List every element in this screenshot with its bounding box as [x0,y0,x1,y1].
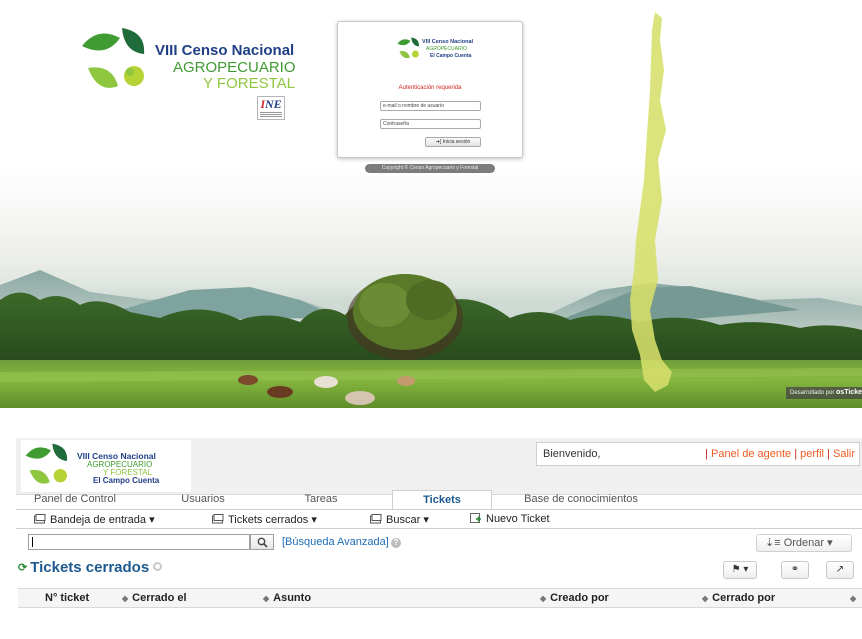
user-links: | Panel de agente | perfil | Salir [705,448,855,460]
brand-title: VIII Censo Nacional [155,42,295,59]
auth-required-message: Autenticación requerida [398,85,462,91]
search-button[interactable] [250,534,274,550]
chevron-down-icon: ▾ [311,514,317,526]
link-button[interactable]: ⚭ [781,561,809,579]
refresh-icon[interactable]: ⟳ [18,561,27,574]
sort-arrows-icon: ◆ [263,594,270,603]
page-title: ⟳ Tickets cerrados [18,559,163,576]
welcome-text: Bienvenido, [543,448,601,460]
search-icon [257,537,268,548]
tab-dashboard[interactable]: Panel de Control [16,490,134,509]
tab-users[interactable]: Usuarios [158,490,248,509]
leaves-logo-icon [82,28,145,88]
page-header: VIII Censo Nacional AGROPECUARIO Y FORES… [16,438,862,495]
logout-link[interactable]: Salir [833,448,855,460]
column-closed-on[interactable]: ◆ Cerrado el [122,589,187,609]
chevron-down-icon: ▾ [423,514,429,526]
inbox-menu[interactable]: Bandeja de entrada ▾ [34,513,155,526]
brand-subtitle-2: Y FORESTAL [203,75,295,92]
tab-tasks[interactable]: Tareas [286,490,356,509]
search-bar: [Búsqueda Avanzada]? ⇣≡ Ordenar ▾ [0,534,862,554]
agent-panel-link[interactable]: Panel de agente [711,448,791,460]
sort-arrows-icon[interactable]: ◆ [850,589,860,609]
developed-by-badge[interactable]: Desarrollado por osTicket [786,387,862,399]
welcome-box: Bienvenido, | Panel de agente | perfil |… [536,442,860,466]
sort-dropdown[interactable]: ⇣≡ Ordenar ▾ [756,534,852,552]
link-icon: ⚭ [790,564,800,575]
help-icon[interactable]: ? [390,538,401,548]
tickets-table-header: N° ticket ◆ Cerrado el ◆ Asunto ◆ Creado po… [18,588,862,608]
closed-tickets-menu[interactable]: Tickets cerrados ▾ [212,513,317,526]
username-field[interactable]: e-mail o nombre de usuario [380,101,481,111]
tab-knowledgebase[interactable]: Base de conocimientos [506,490,656,509]
brand-subtitle: AGROPECUARIO [173,59,296,76]
sort-arrows-icon: ◆ [122,594,129,603]
sort-arrows-icon: ◆ [540,594,547,603]
search-input[interactable] [28,534,250,550]
sort-icon: ⇣≡ [765,537,781,549]
copyright-notice: Copyright © Censo Agropecuario y Foresta… [365,164,495,173]
profile-link[interactable]: perfil [800,448,824,460]
chevron-down-icon: ▾ [827,537,833,549]
column-ticket-number[interactable]: N° ticket [45,589,89,609]
login-screen: VIII Censo Nacional AGROPECUARIO Y FORES… [0,0,862,408]
password-field[interactable]: Contraseña [380,119,481,129]
header-logo[interactable]: VIII Censo Nacional AGROPECUARIO Y FORES… [21,440,191,492]
tab-tickets[interactable]: Tickets [392,490,492,509]
flag-dropdown-button[interactable]: ⚑ ▾ [723,561,757,579]
sort-arrows-icon: ◆ [702,594,709,603]
chevron-down-icon: ▾ [743,564,749,575]
new-ticket-icon [470,513,481,523]
ine-logo: INE [257,96,285,120]
tickets-subnav: Bandeja de entrada ▾ Tickets cerrados ▾ … [16,509,862,529]
card-brand-logo: VIII Censo Nacional AGROPECUARIO El Camp… [396,36,476,68]
login-submit-button[interactable]: ➜] Inicia sesión [425,137,481,147]
search-menu[interactable]: Buscar ▾ [370,513,429,526]
flag-icon: ⚑ [731,564,741,575]
column-created-by[interactable]: ◆ Creado por [540,589,609,609]
column-subject[interactable]: ◆ Asunto [263,589,311,609]
main-nav-tabs: Panel de Control Usuarios Tareas Tickets… [16,490,862,509]
export-button[interactable]: ↗ [826,561,854,579]
ticket-panel: VIII Censo Nacional AGROPECUARIO Y FORES… [0,408,862,639]
folder-icon [212,514,224,524]
login-card: VIII Censo Nacional AGROPECUARIO El Camp… [337,21,523,158]
folder-icon [34,514,46,524]
folder-icon [370,514,382,524]
leaves-logo-icon [397,37,419,59]
advanced-search-link[interactable]: [Búsqueda Avanzada]? [282,536,401,548]
chevron-down-icon: ▾ [149,514,155,526]
share-icon: ↗ [835,564,845,575]
gear-icon[interactable] [153,562,163,571]
new-ticket-link[interactable]: Nuevo Ticket [470,513,550,525]
leaves-logo-icon [25,443,68,484]
column-closed-by[interactable]: ◆ Cerrado por [702,589,775,609]
login-icon: ➜] [435,139,442,145]
